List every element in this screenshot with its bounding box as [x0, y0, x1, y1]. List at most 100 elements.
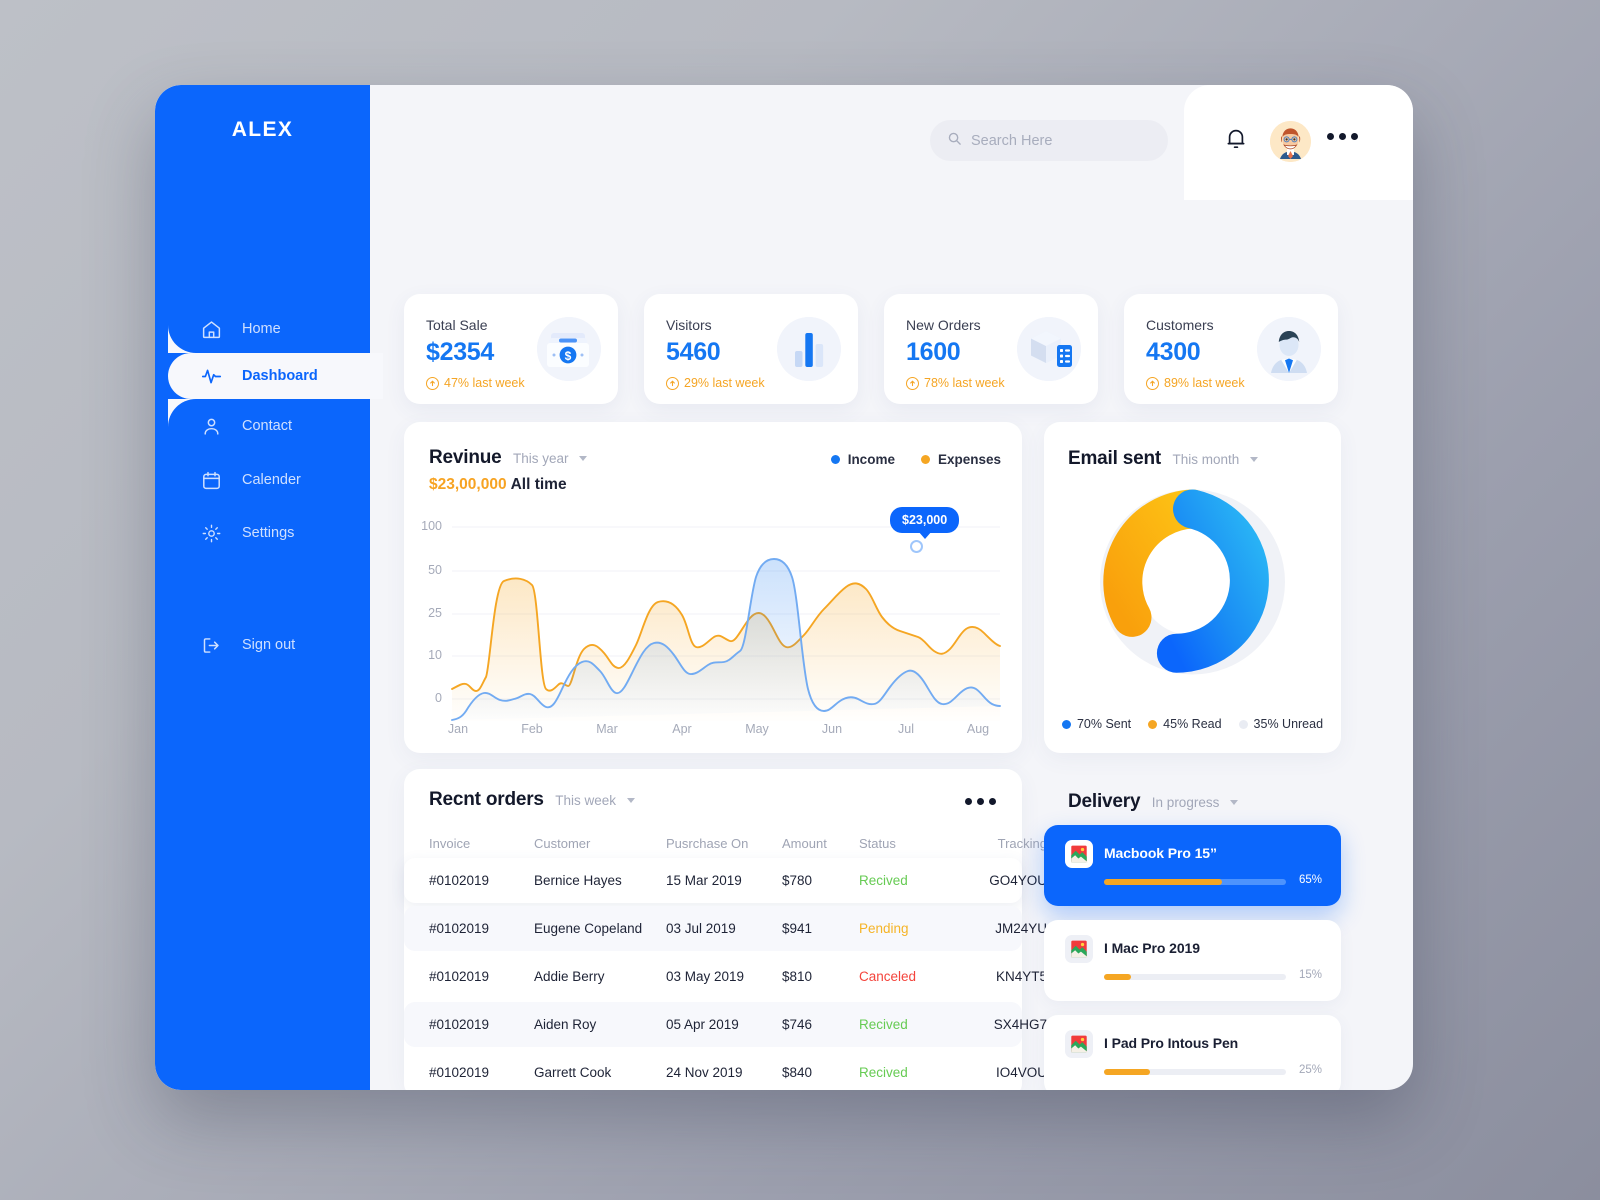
email-legend: 70% Sent 45% Read 35% Unread: [1044, 717, 1341, 731]
sidebar-item-home[interactable]: Home: [168, 306, 370, 352]
delivery-item[interactable]: I Pad Pro Intous Pen 25%: [1044, 1015, 1341, 1090]
bell-icon[interactable]: [1224, 126, 1250, 154]
y-axis-tick: 0: [435, 691, 442, 705]
cell-date: 15 Mar 2019: [666, 873, 742, 888]
column-header-customer: Customer: [534, 835, 591, 851]
recent-orders-panel: Recnt orders This week Invoice Customer …: [404, 769, 1047, 1090]
cell-status: Canceled: [859, 969, 917, 984]
app-window: ALEX Home Dashboard Contact Calender Set…: [155, 85, 1413, 1090]
progress-percent: 15%: [1298, 969, 1322, 981]
svg-text:$: $: [565, 349, 572, 363]
table-row[interactable]: #0102019 Aiden Roy 05 Apr 2019 $746 Reci…: [404, 1002, 1047, 1047]
delivery-item-name: I Pad Pro Intous Pen: [1104, 1035, 1239, 1051]
stat-delta-text: 29% last week: [684, 376, 765, 390]
cell-status: Recived: [859, 1017, 908, 1032]
sidebar-item-calender[interactable]: Calender: [168, 457, 370, 503]
cell-invoice: #0102019: [429, 969, 490, 984]
stat-value: 4300: [1146, 338, 1201, 366]
legend-swatch: [1061, 719, 1071, 729]
delivery-item-name: I Mac Pro 2019: [1104, 940, 1200, 956]
progress-fill: [1104, 974, 1132, 980]
stat-delta: 78% last week: [906, 376, 1005, 390]
more-horizontal-icon[interactable]: [1327, 133, 1358, 140]
orders-period[interactable]: This week: [555, 793, 616, 808]
stat-label: Customers: [1146, 317, 1214, 333]
delivery-period[interactable]: In progress: [1152, 795, 1220, 810]
panel-title: Email sent: [1068, 448, 1162, 469]
box-checklist-icon: [1017, 317, 1081, 381]
sidebar-item-dashboard[interactable]: Dashboard: [168, 353, 383, 399]
search-box[interactable]: [930, 120, 1168, 161]
stat-label: Total Sale: [426, 317, 488, 333]
x-axis-tick: Jul: [898, 722, 914, 736]
sidebar-item-contact[interactable]: Contact: [168, 403, 370, 449]
sidebar-item-label: Contact: [242, 418, 292, 434]
search-input[interactable]: [971, 132, 1151, 149]
delivery-item[interactable]: Macbook Pro 15” 65%: [1044, 825, 1341, 906]
stat-card-customers[interactable]: Customers 4300 89% last week: [1124, 294, 1338, 404]
table-row[interactable]: #0102019 Bernice Hayes 15 Mar 2019 $780 …: [404, 858, 1047, 903]
column-header-amount: Amount: [782, 835, 827, 851]
sidebar-item-signout[interactable]: Sign out: [168, 622, 370, 668]
email-period[interactable]: This month: [1173, 452, 1240, 467]
revenue-period[interactable]: This year: [513, 451, 569, 466]
delivery-panel: Delivery In progress Macbook Pro 15” 65%…: [1044, 769, 1341, 1090]
stat-delta: 47% last week: [426, 376, 525, 390]
column-header-date: Pusrchase On: [666, 835, 749, 851]
chevron-down-icon[interactable]: [1249, 457, 1258, 463]
cell-invoice: #0102019: [429, 1065, 490, 1080]
table-row[interactable]: #0102019 Garrett Cook 24 Nov 2019 $840 R…: [404, 1050, 1047, 1090]
activity-icon: [200, 365, 222, 387]
cell-status: Recived: [859, 873, 908, 888]
orders-menu-icon[interactable]: [965, 798, 996, 805]
table-row[interactable]: #0102019 Eugene Copeland 03 Jul 2019 $94…: [404, 906, 1047, 951]
cell-amount: $810: [782, 969, 813, 984]
cell-date: 05 Apr 2019: [666, 1017, 739, 1032]
table-row[interactable]: #0102019 Addie Berry 03 May 2019 $810 Ca…: [404, 954, 1047, 999]
money-icon: $: [537, 317, 601, 381]
legend-sent[interactable]: 70% Sent: [1061, 717, 1131, 731]
delivery-item[interactable]: I Mac Pro 2019 15%: [1044, 920, 1341, 1001]
cell-amount: $941: [782, 921, 813, 936]
arrow-up-icon: [666, 376, 679, 390]
sidebar-item-settings[interactable]: Settings: [168, 510, 370, 556]
avatar[interactable]: [1270, 121, 1311, 162]
progress-fill: [1104, 879, 1223, 885]
stat-value: 1600: [906, 338, 961, 366]
legend-read[interactable]: 45% Read: [1148, 717, 1222, 731]
email-panel: Email sent This month 70% Sent 45% Read …: [1044, 422, 1341, 753]
image-thumb-icon: [1065, 840, 1093, 868]
search-icon: [947, 131, 962, 151]
x-axis-tick: Feb: [521, 722, 543, 736]
revenue-total-label: All time: [510, 476, 567, 493]
revenue-total: $23,00,000 All time: [429, 476, 567, 494]
cell-customer: Addie Berry: [534, 969, 605, 984]
cell-amount: $840: [782, 1065, 813, 1080]
chart-tooltip: $23,000: [890, 507, 960, 533]
column-header-status: Status: [859, 835, 896, 851]
stat-delta: 29% last week: [666, 376, 765, 390]
cell-date: 03 Jul 2019: [666, 921, 736, 936]
stat-card-visitors[interactable]: Visitors 5460 29% last week: [644, 294, 858, 404]
email-header: Email sent This month: [1068, 448, 1258, 470]
legend-swatch: [920, 455, 930, 464]
cell-date: 24 Nov 2019: [666, 1065, 743, 1080]
progress-bar: [1104, 974, 1286, 980]
revenue-amount: $23,00,000: [429, 476, 507, 493]
chevron-down-icon[interactable]: [626, 798, 635, 804]
legend-swatch: [1238, 719, 1248, 729]
stat-card-total-sale[interactable]: Total Sale $2354 47% last week $: [404, 294, 618, 404]
chevron-down-icon[interactable]: [578, 456, 587, 462]
cell-tracking: IO4VOU: [995, 1065, 1047, 1080]
top-bar: [370, 85, 1413, 200]
stat-card-new-orders[interactable]: New Orders 1600 78% last week: [884, 294, 1098, 404]
legend-unread[interactable]: 35% Unread: [1238, 717, 1323, 731]
x-axis-tick: Apr: [672, 722, 692, 736]
chevron-down-icon[interactable]: [1229, 800, 1238, 806]
legend-income[interactable]: Income: [830, 452, 895, 467]
cell-status: Pending: [859, 921, 909, 936]
legend-expenses[interactable]: Expenses: [920, 452, 1001, 467]
progress-bar: [1104, 1069, 1286, 1075]
legend-swatch: [1148, 719, 1158, 729]
cell-customer: Aiden Roy: [534, 1017, 597, 1032]
